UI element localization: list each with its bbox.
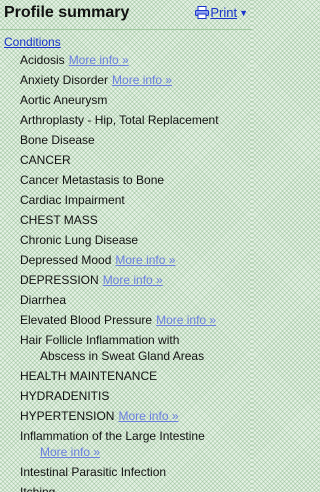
- more-info-link[interactable]: More info »: [156, 313, 216, 327]
- condition-name: Acidosis: [20, 53, 65, 67]
- condition-item: Cardiac Impairment: [20, 192, 248, 208]
- condition-name: CHEST MASS: [20, 213, 98, 227]
- more-info-link[interactable]: More info »: [103, 273, 163, 287]
- condition-item: Depressed Mood More info »: [20, 252, 248, 268]
- condition-name-continued: Abscess in Sweat Gland Areas: [40, 349, 205, 363]
- condition-name: Diarrhea: [20, 293, 67, 307]
- page-title: Profile summary: [4, 4, 130, 21]
- condition-name: Itching: [20, 485, 56, 492]
- caret-down-icon[interactable]: ▼: [239, 8, 248, 18]
- condition-item: Itching: [20, 484, 248, 492]
- condition-item: Inflammation of the Large Intestine More …: [20, 428, 248, 460]
- condition-item: Hair Follicle Inflammation with Abscess i…: [20, 332, 248, 364]
- more-info-link[interactable]: More info »: [115, 253, 175, 267]
- condition-name: Elevated Blood Pressure: [20, 313, 153, 327]
- more-info-link[interactable]: More info »: [118, 409, 178, 423]
- condition-item: HYPERTENSION More info »: [20, 408, 248, 424]
- condition-name: Intestinal Parasitic Infection: [20, 465, 167, 479]
- condition-item: Intestinal Parasitic Infection: [20, 464, 248, 480]
- condition-name: DEPRESSION: [20, 273, 99, 287]
- condition-item: Cancer Metastasis to Bone: [20, 172, 248, 188]
- condition-name: Arthroplasty - Hip, Total Replacement: [20, 113, 219, 127]
- print-button[interactable]: Print ▼: [195, 5, 248, 20]
- condition-item: HEALTH MAINTENANCE: [20, 368, 248, 384]
- condition-item: Bone Disease: [20, 132, 248, 148]
- conditions-list: Acidosis More info » Anxiety Disorder More …: [20, 52, 248, 492]
- header-divider: [0, 29, 252, 30]
- condition-item: Aortic Aneurysm: [20, 92, 248, 108]
- condition-name: Depressed Mood: [20, 253, 112, 267]
- condition-item: Chronic Lung Disease: [20, 232, 248, 248]
- more-info-link[interactable]: More info »: [112, 73, 172, 87]
- header: Profile summary Print ▼: [0, 0, 252, 30]
- condition-name: HYDRADENITIS: [20, 389, 110, 403]
- condition-name: HEALTH MAINTENANCE: [20, 369, 158, 383]
- condition-name: Aortic Aneurysm: [20, 93, 108, 107]
- condition-item: CHEST MASS: [20, 212, 248, 228]
- condition-item: Acidosis More info »: [20, 52, 248, 68]
- printer-icon: [195, 6, 210, 19]
- condition-item: HYDRADENITIS: [20, 388, 248, 404]
- conditions-link[interactable]: Conditions: [4, 35, 61, 49]
- condition-name: Chronic Lung Disease: [20, 233, 139, 247]
- condition-name: Inflammation of the Large Intestine: [20, 429, 205, 443]
- condition-item: Arthroplasty - Hip, Total Replacement: [20, 112, 248, 128]
- condition-item: DEPRESSION More info »: [20, 272, 248, 288]
- condition-name: Bone Disease: [20, 133, 95, 147]
- print-label: Print: [210, 5, 238, 20]
- condition-item: Elevated Blood Pressure More info »: [20, 312, 248, 328]
- condition-item: Diarrhea: [20, 292, 248, 308]
- condition-name: Cancer Metastasis to Bone: [20, 173, 165, 187]
- condition-item: CANCER: [20, 152, 248, 168]
- condition-name: CANCER: [20, 153, 71, 167]
- condition-name: Cardiac Impairment: [20, 193, 125, 207]
- condition-item: Anxiety Disorder More info »: [20, 72, 248, 88]
- condition-name: Hair Follicle Inflammation with: [20, 333, 180, 347]
- condition-name: HYPERTENSION: [20, 409, 115, 423]
- more-info-link[interactable]: More info »: [69, 53, 129, 67]
- condition-name: Anxiety Disorder: [20, 73, 109, 87]
- more-info-link[interactable]: More info »: [40, 444, 248, 460]
